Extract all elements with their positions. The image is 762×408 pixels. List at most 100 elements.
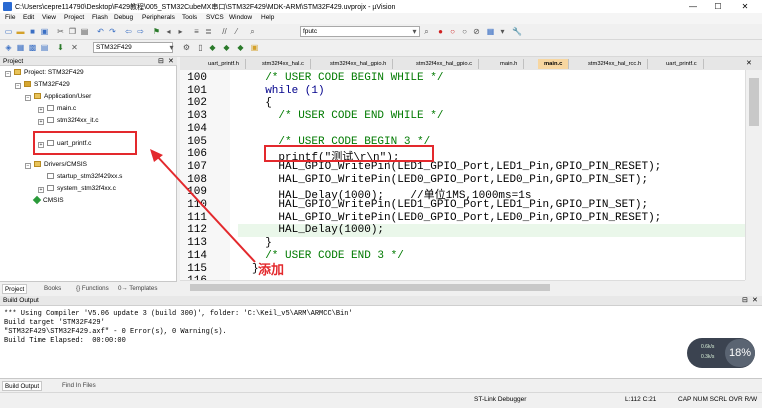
tree-file-system[interactable]: system_stm32f4xx.c	[47, 185, 116, 192]
tab-templates[interactable]: 0→ Templates	[116, 284, 159, 294]
scroll-thumb[interactable]	[749, 78, 759, 126]
tab-find-in-files[interactable]: Find In Files	[60, 381, 98, 391]
undo-icon[interactable]: ↶	[96, 27, 105, 36]
code-line[interactable]: HAL_GPIO_WritePin(LED0_GPIO_Port,LED0_Pi…	[252, 174, 648, 186]
search-icon[interactable]: ⌕	[422, 27, 431, 36]
code-line[interactable]: HAL_Delay(1000);	[252, 224, 384, 236]
tree-file-it-c[interactable]: stm32f4xx_it.c	[47, 117, 99, 124]
redo-icon[interactable]: ↷	[108, 27, 117, 36]
code-line[interactable]: }	[252, 237, 272, 249]
unindent-icon[interactable]: ≣	[204, 27, 213, 36]
menu-view[interactable]: View	[42, 14, 56, 21]
tab-close-icon[interactable]: ✕	[746, 59, 752, 67]
pack-installer-icon[interactable]: ◆	[236, 43, 245, 52]
download-icon[interactable]: ⬇	[56, 43, 65, 52]
tab-hal-rcc-h[interactable]: stm32f4xx_hal_rcc.h	[582, 59, 649, 69]
nav-back-icon[interactable]: ⇦	[124, 27, 133, 36]
save-all-icon[interactable]: ▣	[40, 27, 49, 36]
open-icon[interactable]: ▬	[16, 27, 25, 36]
menu-window[interactable]: Window	[229, 14, 252, 21]
maximize-button[interactable]: ☐	[708, 1, 728, 12]
run-time-env-icon[interactable]: ◆	[222, 43, 231, 52]
menu-file[interactable]: File	[5, 14, 15, 21]
code-line[interactable]: {	[252, 97, 272, 109]
tab-books[interactable]: Books	[42, 284, 63, 294]
tab-build-output[interactable]: Build Output	[2, 381, 43, 391]
pane-close-icon[interactable]: ✕	[168, 57, 174, 65]
tab-hal-gpio-h[interactable]: stm32f4xx_hal_gpio.h	[324, 59, 394, 69]
code-line[interactable]: HAL_GPIO_WritePin(LED1_GPIO_Port,LED1_Pi…	[252, 199, 648, 211]
collapse-icon[interactable]: −	[5, 71, 11, 77]
config-icon[interactable]: 🔧	[512, 27, 522, 36]
paste-icon[interactable]: ▤	[80, 27, 89, 36]
menu-project[interactable]: Project	[64, 14, 84, 21]
horizontal-scrollbar[interactable]	[180, 280, 745, 293]
nav-forward-icon[interactable]: ⇨	[136, 27, 145, 36]
tab-uart-printf-c[interactable]: uart_printf.c	[660, 59, 704, 69]
expand-icon[interactable]: +	[38, 187, 44, 193]
pin-icon[interactable]: ⊟	[742, 296, 748, 304]
expand-icon[interactable]: +	[38, 107, 44, 113]
collapse-icon[interactable]: −	[15, 83, 21, 89]
code-editor[interactable]: 100 101 102 103 104 105 106 107 108 109 110 111 112 1…	[180, 70, 745, 280]
translate-icon[interactable]: ◈	[4, 43, 13, 52]
bookmark-prev-icon[interactable]: ◂	[164, 27, 173, 36]
bookmark-icon[interactable]: ⚑	[152, 27, 161, 36]
code-line[interactable]: /* USER CODE END WHILE */	[252, 110, 443, 122]
tab-uart-printf-h[interactable]: uart_printf.h	[202, 59, 246, 69]
expand-icon[interactable]: +	[38, 119, 44, 125]
target-select[interactable]: STM32F429	[93, 42, 173, 53]
code-line[interactable]: HAL_GPIO_WritePin(LED1_GPIO_Port,LED1_Pi…	[252, 161, 661, 173]
menu-flash[interactable]: Flash	[92, 14, 108, 21]
tab-main-h[interactable]: main.h	[494, 59, 525, 69]
batch-build-icon[interactable]: ▤	[40, 43, 49, 52]
find-combo[interactable]: fputc	[300, 26, 420, 37]
menu-peripherals[interactable]: Peripherals	[142, 14, 175, 21]
bookmark-next-icon[interactable]: ▸	[176, 27, 185, 36]
find-dropdown-icon[interactable]: ▾	[410, 27, 419, 36]
debug-start-icon[interactable]: ●	[436, 27, 445, 36]
breakpoint-clear-icon[interactable]: ⊘	[472, 27, 481, 36]
pane-close-icon[interactable]: ✕	[752, 296, 758, 304]
menu-tools[interactable]: Tools	[182, 14, 197, 21]
layout-dropdown-icon[interactable]: ▾	[498, 27, 507, 36]
file-extensions-icon[interactable]: ▯	[196, 43, 205, 52]
target-dropdown-icon[interactable]: ▾	[167, 43, 176, 52]
breakpoint-disable-icon[interactable]: ○	[460, 27, 469, 36]
target-options-icon[interactable]: ⚙	[182, 43, 191, 52]
close-button[interactable]: ✕	[735, 1, 755, 12]
manage-components-icon[interactable]: ◆	[208, 43, 217, 52]
vertical-scrollbar[interactable]	[745, 70, 762, 280]
tree-cmsis[interactable]: CMSIS	[32, 195, 64, 205]
collapse-icon[interactable]: −	[25, 163, 31, 169]
menu-svcs[interactable]: SVCS	[206, 14, 224, 21]
tab-hal-c[interactable]: stm32f4xx_hal.c	[256, 59, 311, 69]
scroll-thumb[interactable]	[190, 284, 550, 291]
indent-icon[interactable]: ≡	[192, 27, 201, 36]
collapse-icon[interactable]: −	[25, 95, 31, 101]
tree-file-main-c[interactable]: main.c	[47, 105, 76, 112]
tab-project[interactable]: Project	[2, 284, 28, 294]
minimize-button[interactable]: —	[683, 1, 703, 12]
uncomment-icon[interactable]: ⁄	[232, 27, 241, 36]
tab-functions[interactable]: {} Functions	[74, 284, 111, 294]
stop-build-icon[interactable]: ✕	[70, 43, 79, 52]
menu-help[interactable]: Help	[261, 14, 274, 21]
find-in-files-icon[interactable]: ⌕	[248, 27, 257, 36]
cut-icon[interactable]: ✂	[56, 27, 65, 36]
code-line[interactable]: /* USER CODE BEGIN WHILE */	[252, 72, 443, 84]
tree-project-root[interactable]: Project: STM32F429	[14, 69, 84, 76]
tab-hal-gpio-c[interactable]: stm32f4xx_hal_gpio.c	[410, 59, 480, 69]
window-layout-icon[interactable]: ▦	[486, 27, 495, 36]
tree-target[interactable]: STM32F429	[24, 81, 70, 88]
tree-file-startup[interactable]: startup_stm32f429xx.s	[47, 173, 122, 180]
tab-main-c[interactable]: main.c	[538, 59, 570, 69]
menu-debug[interactable]: Debug	[114, 14, 133, 21]
comment-icon[interactable]: //	[220, 27, 229, 36]
code-line[interactable]: HAL_GPIO_WritePin(LED0_GPIO_Port,LED0_Pi…	[252, 212, 661, 224]
save-icon[interactable]: ■	[28, 27, 37, 36]
new-file-icon[interactable]: ▭	[4, 27, 13, 36]
breakpoint-icon[interactable]: ○	[448, 27, 457, 36]
rebuild-icon[interactable]: ▩	[28, 43, 37, 52]
pin-icon[interactable]: ⊟	[158, 57, 164, 65]
